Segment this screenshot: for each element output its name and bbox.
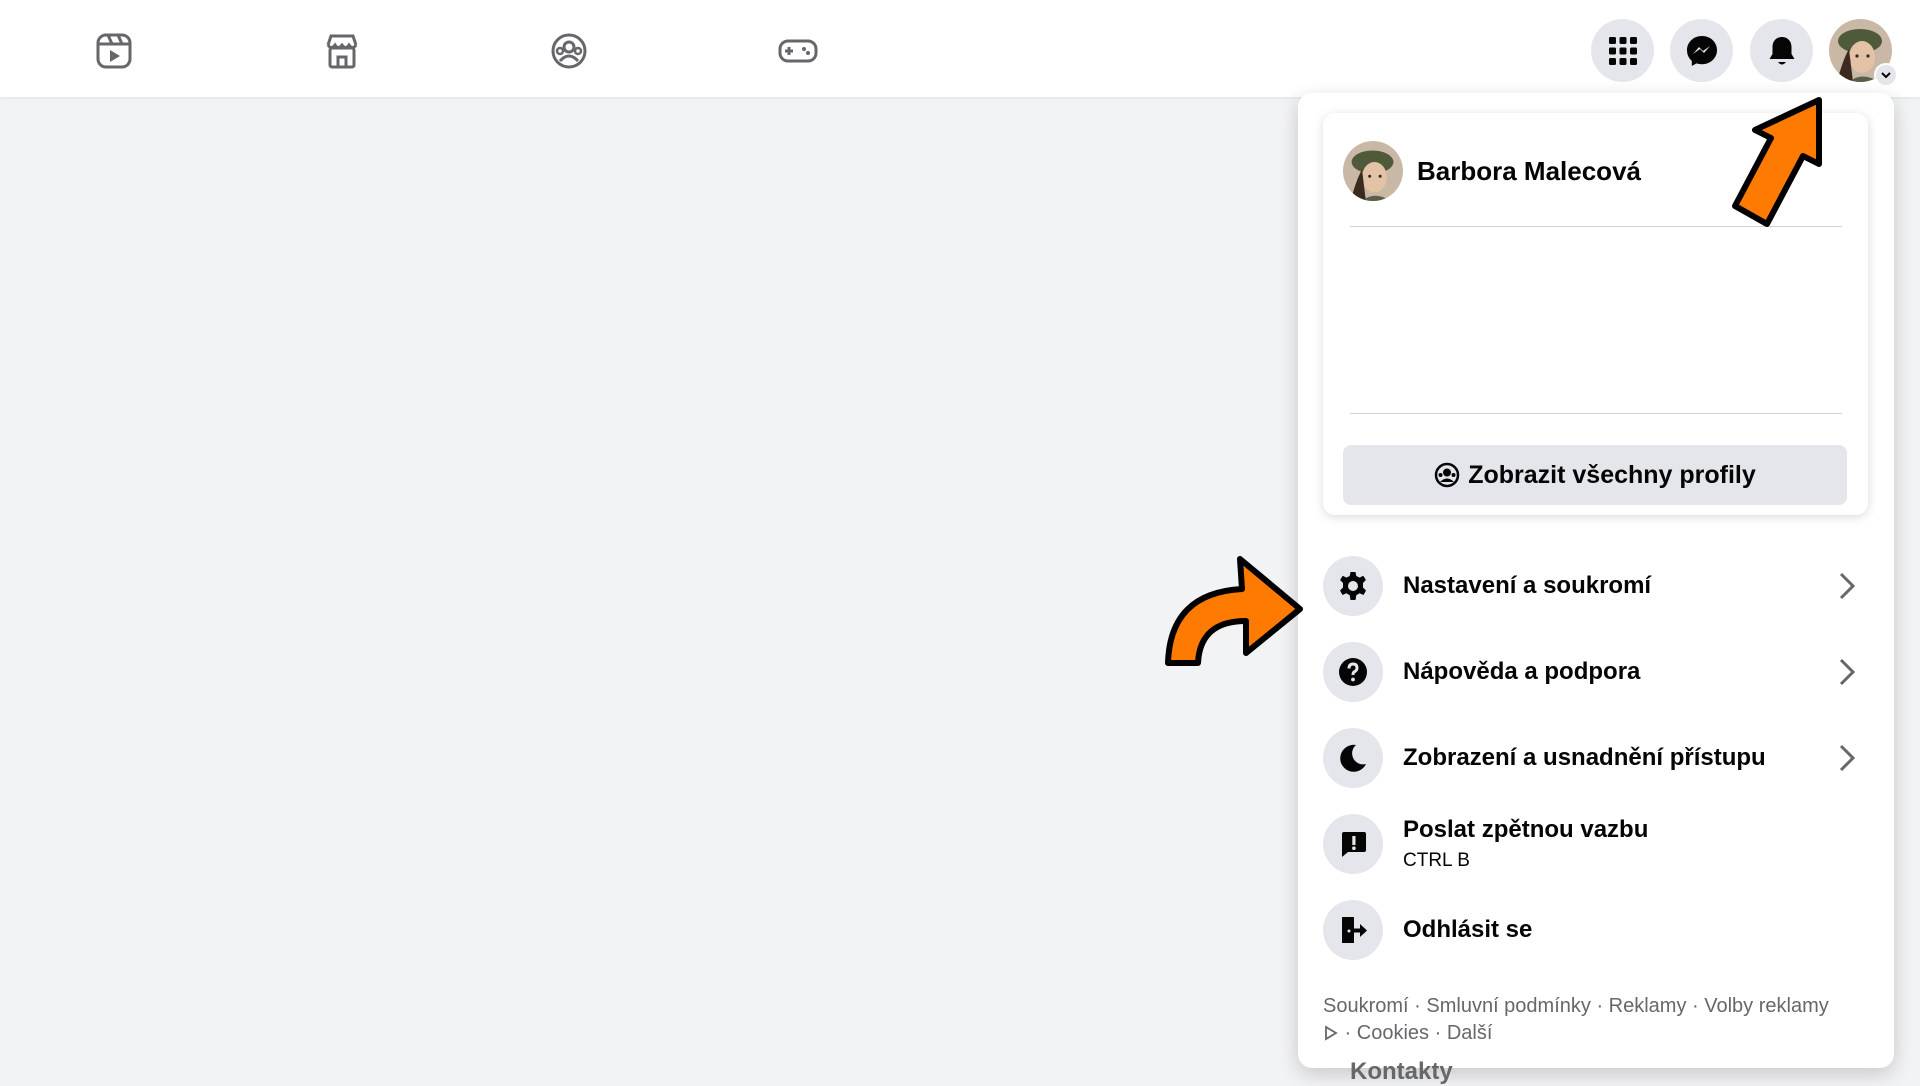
settings-privacy-item[interactable]: Nastavení a soukromí <box>1323 550 1868 622</box>
annotation-arrow-icon <box>1165 556 1303 666</box>
notifications-button[interactable] <box>1750 19 1813 82</box>
see-all-profiles-label: Zobrazit všechny profily <box>1468 460 1756 489</box>
help-support-item[interactable]: Nápověda a podpora <box>1323 636 1868 708</box>
menu-item-label: Nápověda a podpora <box>1403 658 1641 685</box>
footer-links: Soukromí · Smluvní podmínky · Reklamy · … <box>1323 993 1843 1047</box>
footer-link-ads[interactable]: Reklamy <box>1609 995 1687 1017</box>
menu-item-label: Zobrazení a usnadnění přístupu <box>1403 744 1766 771</box>
messenger-button[interactable] <box>1670 19 1733 82</box>
menu-item-label: Poslat zpětnou vazbu <box>1403 816 1649 843</box>
footer-link-ad-choices[interactable]: Volby reklamy <box>1704 995 1829 1017</box>
footer-separator: · <box>1429 1022 1447 1044</box>
moon-icon <box>1323 728 1383 788</box>
keyboard-shortcut: CTRL B <box>1403 850 1470 871</box>
avatar <box>1343 141 1403 201</box>
notifications-icon <box>1769 36 1794 64</box>
annotation-arrow-icon <box>1732 97 1822 227</box>
chevron-right-icon <box>1832 657 1862 687</box>
display-accessibility-item[interactable]: Zobrazení a usnadnění přístupu <box>1323 722 1868 794</box>
menu-item-label: Nastavení a soukromí <box>1403 572 1652 599</box>
footer-separator: · <box>1686 995 1705 1017</box>
top-navigation-bar <box>0 0 1920 97</box>
gaming-icon[interactable] <box>770 23 826 79</box>
account-chevron-icon <box>1874 63 1898 87</box>
menu-grid-icon <box>1608 36 1637 65</box>
footer-separator: · <box>1590 995 1609 1017</box>
reels-icon[interactable] <box>86 23 142 79</box>
logout-item[interactable]: Odhlásit se <box>1323 894 1868 966</box>
footer-link-more[interactable]: Další <box>1447 1022 1493 1044</box>
footer-separator: · <box>1339 1022 1357 1044</box>
footer-link-cookies[interactable]: Cookies <box>1357 1022 1429 1044</box>
gear-icon <box>1323 556 1383 616</box>
footer-link-privacy[interactable]: Soukromí <box>1323 995 1409 1017</box>
profile-name: Barbora Malecová <box>1417 155 1641 186</box>
see-all-profiles-button[interactable]: Zobrazit všechny profily <box>1343 445 1847 505</box>
groups-icon[interactable] <box>541 23 597 79</box>
account-dropdown-menu: Barbora Malecová Zobrazit všechny profil… <box>1298 93 1894 1068</box>
chevron-right-icon <box>1832 743 1862 773</box>
profiles-icon <box>1434 462 1460 488</box>
menu-item-label: Odhlásit se <box>1403 916 1533 943</box>
messenger-icon <box>1686 35 1717 66</box>
menu-grid-button[interactable] <box>1591 19 1654 82</box>
chevron-right-icon <box>1832 571 1862 601</box>
contacts-heading: Kontakty <box>1350 1058 1453 1085</box>
footer-separator: · <box>1408 995 1427 1017</box>
help-icon <box>1323 642 1383 702</box>
feedback-icon <box>1323 814 1383 874</box>
divider <box>1350 413 1842 414</box>
ad-choices-icon <box>1325 1025 1338 1041</box>
marketplace-icon[interactable] <box>314 23 370 79</box>
send-feedback-item[interactable]: Poslat zpětnou vazbu CTRL B <box>1323 808 1868 880</box>
logout-icon <box>1323 900 1383 960</box>
footer-link-terms[interactable]: Smluvní podmínky <box>1426 995 1591 1017</box>
